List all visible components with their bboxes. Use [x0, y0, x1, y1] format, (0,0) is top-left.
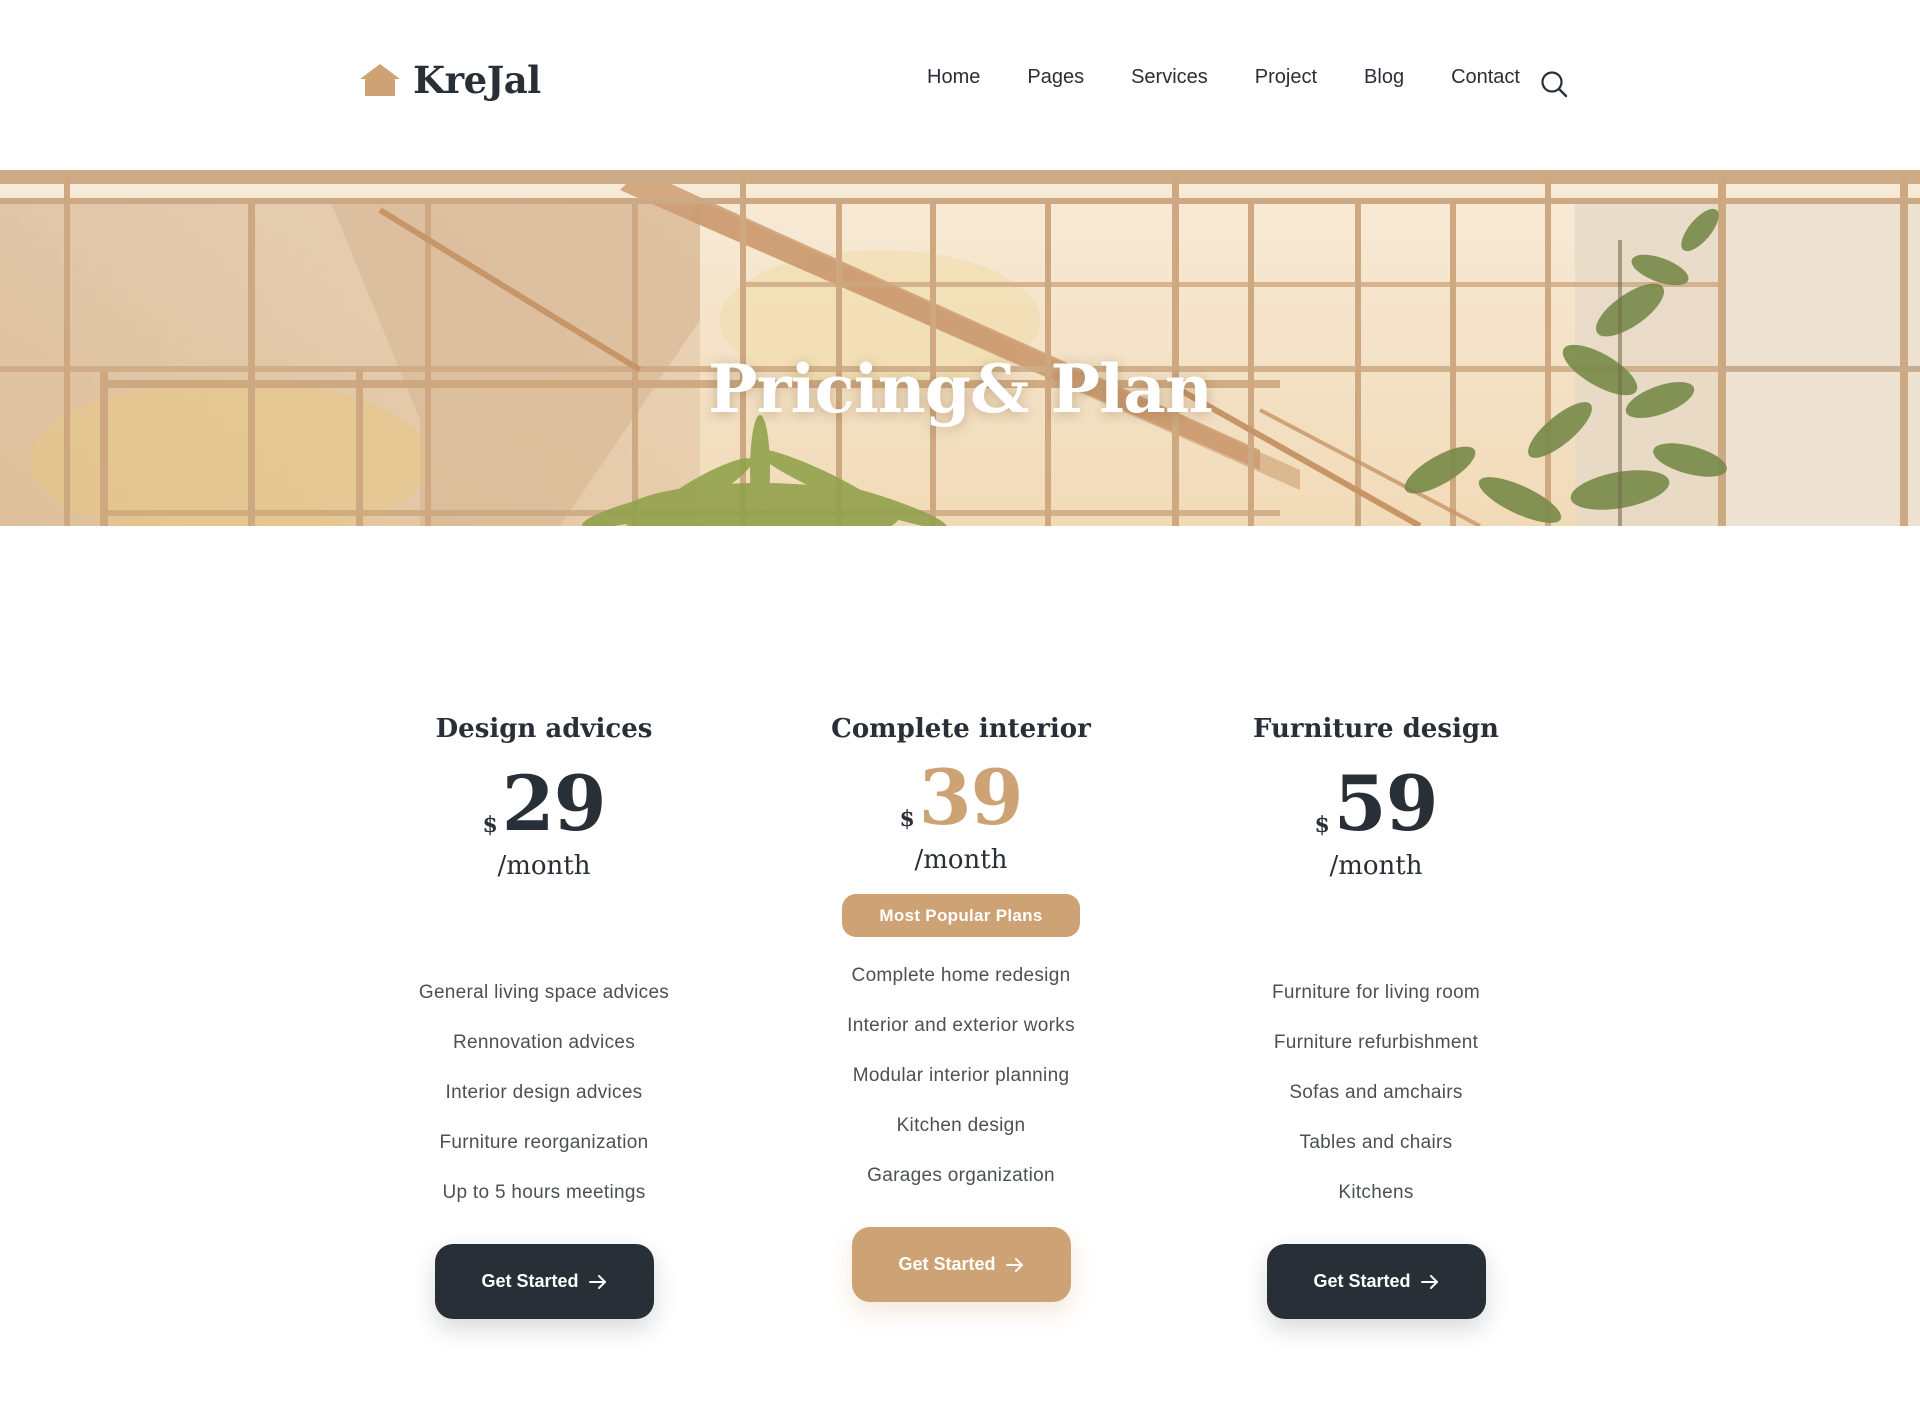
price-currency: $ [482, 812, 498, 838]
nav-pages[interactable]: Pages [1027, 66, 1084, 89]
get-started-button[interactable]: Get Started [434, 1244, 654, 1319]
price-currency: $ [1314, 812, 1330, 838]
pricing-card-design-advices: Design advices $ 29 /month General livin… [334, 706, 754, 1319]
pricing-card-furniture-design: Furniture design $ 59 /month Furniture f… [1166, 706, 1586, 1319]
feature-item: Kitchens [1338, 1182, 1414, 1203]
search-icon[interactable] [1540, 70, 1568, 98]
plan-price: $ 59 [1166, 762, 1586, 846]
plan-price: $ 39 [751, 756, 1171, 840]
price-amount: 59 [1333, 759, 1439, 848]
feature-item: Furniture for living room [1271, 982, 1481, 1003]
feature-list: Furniture for living room Furniture refu… [1166, 968, 1586, 1218]
pricing-card-complete-interior: Complete interior $ 39 /month Most Popul… [751, 706, 1171, 1302]
button-label: Get Started [1313, 1271, 1411, 1291]
nav-home[interactable]: Home [927, 66, 980, 89]
nav-blog[interactable]: Blog [1364, 66, 1404, 89]
site-header: KreJal Home Pages Services Project Blog … [0, 0, 1920, 170]
price-period: /month [497, 851, 591, 881]
nav-project[interactable]: Project [1255, 66, 1317, 89]
plan-price: $ 29 [334, 762, 754, 846]
feature-item: Garages organization [867, 1165, 1055, 1186]
plan-name: Complete interior [831, 714, 1091, 744]
price-period: /month [1329, 851, 1423, 881]
plan-name: Design advices [435, 714, 653, 744]
feature-item: Furniture reorganization [439, 1132, 649, 1153]
page-title: Pricing& Plan [708, 350, 1213, 428]
price-amount: 39 [918, 753, 1024, 842]
feature-item: Rennovation advices [452, 1032, 636, 1053]
button-label: Get Started [481, 1271, 579, 1291]
feature-item: Furniture refurbishment [1273, 1032, 1479, 1053]
feature-list: Complete home redesign Interior and exte… [751, 951, 1171, 1201]
plan-name: Furniture design [1253, 714, 1499, 744]
feature-list: General living space advices Rennovation… [334, 968, 754, 1218]
feature-item: Sofas and amchairs [1289, 1082, 1463, 1103]
price-period: /month [914, 845, 1008, 875]
arrow-right-icon [1005, 1257, 1023, 1272]
hero-banner: Pricing& Plan [0, 170, 1920, 526]
feature-item: Tables and chairs [1299, 1132, 1453, 1153]
hero-background-image [0, 170, 1920, 526]
feature-item: General living space advices [418, 982, 670, 1003]
price-currency: $ [899, 806, 915, 832]
price-amount: 29 [501, 759, 607, 848]
main-nav: Home Pages Services Project Blog Contact [927, 66, 1520, 89]
most-popular-badge[interactable]: Most Popular Plans [842, 894, 1080, 937]
nav-services[interactable]: Services [1131, 66, 1208, 89]
nav-contact[interactable]: Contact [1451, 66, 1520, 89]
feature-item: Interior and exterior works [847, 1015, 1075, 1036]
arrow-right-icon [1420, 1274, 1438, 1289]
brand-logo[interactable]: KreJal [359, 58, 541, 102]
feature-item: Modular interior planning [852, 1065, 1070, 1086]
get-started-button[interactable]: Get Started [1266, 1244, 1486, 1319]
feature-item: Up to 5 hours meetings [442, 1182, 646, 1203]
arrow-right-icon [588, 1274, 606, 1289]
feature-item: Interior design advices [445, 1082, 643, 1103]
house-logo-icon [360, 64, 400, 96]
feature-item: Complete home redesign [851, 965, 1071, 986]
brand-name: KreJal [413, 58, 541, 102]
get-started-button[interactable]: Get Started [851, 1227, 1071, 1302]
button-label: Get Started [898, 1254, 996, 1274]
feature-item: Kitchen design [896, 1115, 1026, 1136]
